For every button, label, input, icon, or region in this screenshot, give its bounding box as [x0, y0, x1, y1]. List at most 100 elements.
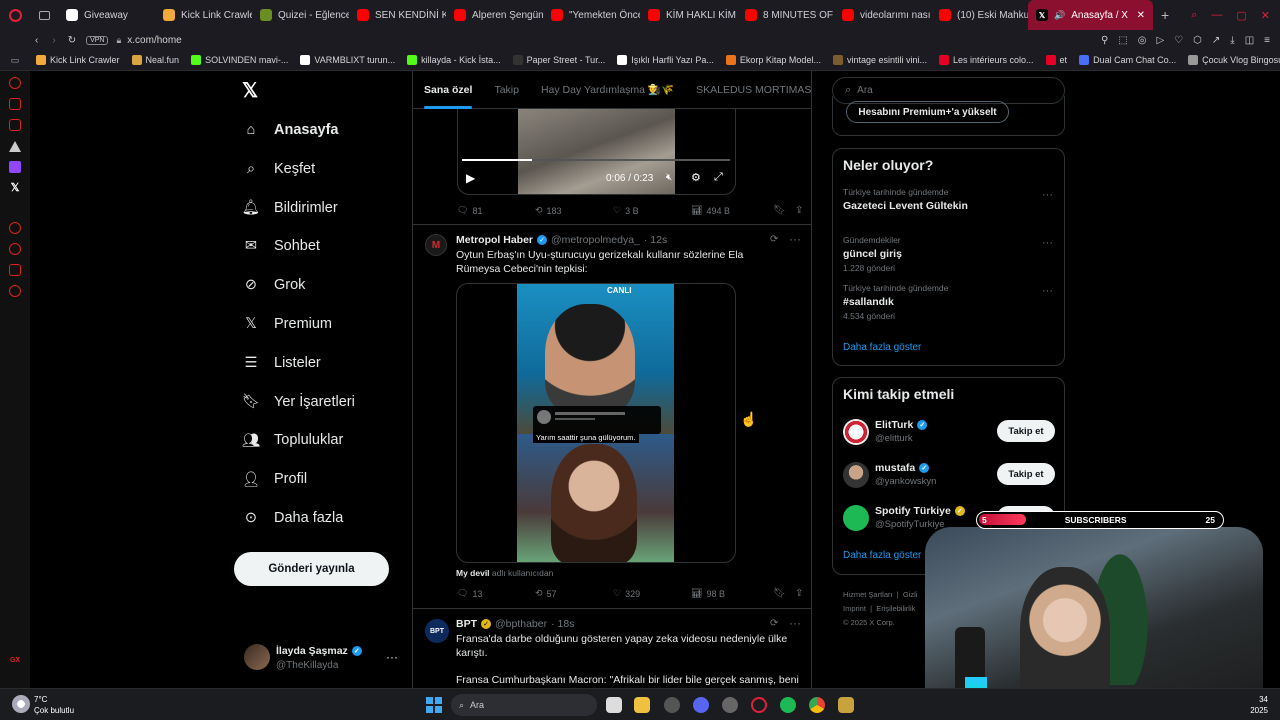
video-player[interactable]: ▶ 0:06 / 0:23 🔇︎ ⚙ ⤢	[457, 109, 736, 195]
bookmark-item[interactable]: SOLVINDEN mavi-...	[185, 55, 294, 65]
nav-item-grok[interactable]: ⊘ Grok	[242, 273, 306, 297]
vpn-badge[interactable]: VPN	[86, 35, 109, 45]
views-button[interactable]: 📊︎ 494 B	[691, 205, 773, 216]
tweet-time[interactable]: · 18s	[551, 618, 574, 630]
bookmark-button[interactable]: 🔖︎	[773, 205, 795, 216]
steam-icon[interactable]	[722, 697, 738, 713]
repost-button[interactable]: ⟲ 57	[535, 588, 613, 599]
footer-terms[interactable]: Hizmet Şartları	[843, 590, 893, 599]
share-arrow-icon[interactable]: ↗	[1212, 35, 1220, 46]
x-sidebar-icon[interactable]: 𝕏	[11, 182, 20, 194]
feed-tab[interactable]: SKALEDUS MORTIMAS	[685, 71, 811, 109]
tweet-more-icon[interactable]: ···	[789, 232, 801, 246]
footer-accessibility[interactable]: Erişilebilirlik	[876, 604, 915, 613]
browser-tab[interactable]: KİM HAKLI KİM H	[640, 0, 737, 30]
browser-tab[interactable]: Giveaway	[58, 0, 155, 30]
player-icon[interactable]: ▷	[1156, 35, 1164, 46]
bookmark-item[interactable]: killayda - Kick İsta...	[401, 55, 507, 65]
opera-logo-icon[interactable]	[0, 0, 30, 30]
grok-analyze-icon[interactable]: ⟳	[770, 234, 778, 245]
browser-tab[interactable]: Quizei - Eğlenceli	[252, 0, 349, 30]
back-icon[interactable]: ‹	[35, 35, 38, 46]
history-icon[interactable]	[9, 243, 21, 255]
browser-tab[interactable]: 8 MINUTES OF G	[737, 0, 834, 30]
account-avatar[interactable]	[244, 644, 270, 670]
pin-icon[interactable]: ⚲	[1101, 35, 1108, 46]
discord-icon[interactable]	[693, 697, 709, 713]
tweet-video[interactable]: CANLI Yarım saattir şuna gülüyorum.	[456, 283, 736, 563]
account-more-icon[interactable]: ···	[386, 650, 398, 664]
browser-tab[interactable]: Alperen Şengün 1	[446, 0, 543, 30]
follow-avatar[interactable]	[843, 462, 869, 488]
bookmark-item[interactable]: Kick Link Crawler	[30, 55, 126, 65]
footer-imprint[interactable]: Imprint	[843, 604, 866, 613]
bpt-avatar[interactable]: BPT	[425, 619, 449, 643]
reply-button[interactable]: 🗨︎ 13	[457, 588, 535, 599]
nav-item-keşfet[interactable]: ⌕ Keşfet	[242, 157, 315, 181]
tweet-author-handle[interactable]: @metropolmedya_	[551, 234, 640, 246]
nav-item-premium[interactable]: 𝕏 Premium	[242, 312, 332, 336]
nav-item-listeler[interactable]: ☰ Listeler	[242, 351, 321, 375]
bookmark-item[interactable]: Les intérieurs colo...	[933, 55, 1040, 65]
weather-icon[interactable]	[12, 695, 30, 713]
repost-button[interactable]: ⟲ 183	[535, 205, 613, 216]
menu-icon[interactable]: ≡	[1264, 35, 1270, 46]
gx-icon[interactable]: GX	[10, 657, 20, 664]
maximize-icon[interactable]: ▢	[1236, 9, 1246, 22]
premium-upgrade-button[interactable]: Hesabını Premium+'a yükselt	[846, 101, 1009, 123]
share-icon[interactable]: ◎	[1138, 35, 1147, 46]
share-button[interactable]: ⇪	[795, 588, 803, 599]
taskbar-search-input[interactable]: Ara	[470, 700, 484, 710]
trend-more-icon[interactable]: ···	[1042, 237, 1053, 249]
settings-icon[interactable]: ⚙	[691, 171, 701, 184]
post-button[interactable]: Gönderi yayınla	[234, 552, 389, 586]
bookmark-item[interactable]: Ekorp Kitap Model...	[720, 55, 827, 65]
app-icon[interactable]	[838, 697, 854, 713]
trend-more-icon[interactable]: ···	[1042, 189, 1053, 201]
url-field[interactable]: x.com/home	[127, 35, 181, 46]
nav-item-daha-fazla[interactable]: ⊙ Daha fazla	[242, 506, 343, 530]
browser-tab[interactable]: SEN KENDİNİ KU	[349, 0, 446, 30]
bookmarks-menu-icon[interactable]: ▭	[0, 55, 30, 66]
reload-icon[interactable]: ↻	[68, 35, 76, 46]
follow-show-more[interactable]: Daha fazla göster	[843, 550, 921, 561]
bookmark-item[interactable]: Paper Street - Tur...	[507, 55, 612, 65]
new-tab-button[interactable]: +	[1161, 7, 1169, 23]
instagram-icon[interactable]	[9, 119, 21, 131]
search-tabs-icon[interactable]: ⌕	[1191, 9, 1197, 22]
feed-tab[interactable]: Sana özel	[413, 71, 483, 109]
snapshot-icon[interactable]: ⬚	[1118, 35, 1127, 46]
player-side-icon[interactable]	[9, 222, 21, 234]
download-icon[interactable]: ⤓	[1230, 35, 1234, 46]
spotify-icon[interactable]	[780, 697, 796, 713]
video-progress[interactable]	[462, 159, 730, 161]
trend-item[interactable]: Türkiye tarihinde gündemde Gazeteci Leven…	[843, 187, 1053, 215]
settings-app-icon[interactable]	[664, 697, 680, 713]
bookmark-button[interactable]: 🔖︎	[773, 588, 795, 599]
nav-item-anasayfa[interactable]: ⌂ Anasayfa	[242, 118, 339, 142]
opera-gx-icon[interactable]	[751, 697, 767, 713]
tweet-time[interactable]: · 12s	[644, 234, 667, 246]
reply-button[interactable]: 🗨︎ 81	[457, 205, 535, 216]
nav-item-bildirimler[interactable]: 🔔︎ Bildirimler	[242, 196, 338, 220]
nav-item-profil[interactable]: 👤︎ Profil	[242, 467, 307, 491]
fullscreen-icon[interactable]: ⤢	[714, 171, 723, 184]
trend-more-icon[interactable]: ···	[1042, 285, 1053, 297]
tweet-more-icon[interactable]: ···	[789, 616, 801, 630]
community-note-user[interactable]: My devil	[456, 568, 490, 578]
tweet-author-name[interactable]: BPT	[456, 618, 477, 630]
bookmark-item[interactable]: et	[1040, 55, 1074, 65]
forward-icon[interactable]: ›	[52, 35, 55, 46]
footer-privacy[interactable]: Gizli	[903, 590, 918, 599]
browser-tab[interactable]: Kick Link Crawler	[155, 0, 252, 30]
bookmark-item[interactable]: Işıklı Harfli Yazı Pa...	[611, 55, 720, 65]
browser-tab[interactable]: videolarımı nasıl y	[834, 0, 931, 30]
tab-active[interactable]: 𝕏 🔊 Anasayfa / X ✕	[1028, 0, 1153, 30]
tweet-author-handle[interactable]: @bpthaber	[495, 618, 547, 630]
trend-item[interactable]: Gündemdekiler güncel giriş 1.228 gönderi ··…	[843, 235, 1053, 273]
follow-name[interactable]: mustafa	[875, 462, 915, 474]
settings-side-icon[interactable]	[9, 285, 21, 297]
grok-analyze-icon[interactable]: ⟳	[770, 618, 778, 629]
browser-tab[interactable]: (10) Eski Mahkum	[931, 0, 1028, 30]
feed-tab[interactable]: Hay Day Yardımlaşma 👨‍🌾🌾	[530, 71, 685, 109]
